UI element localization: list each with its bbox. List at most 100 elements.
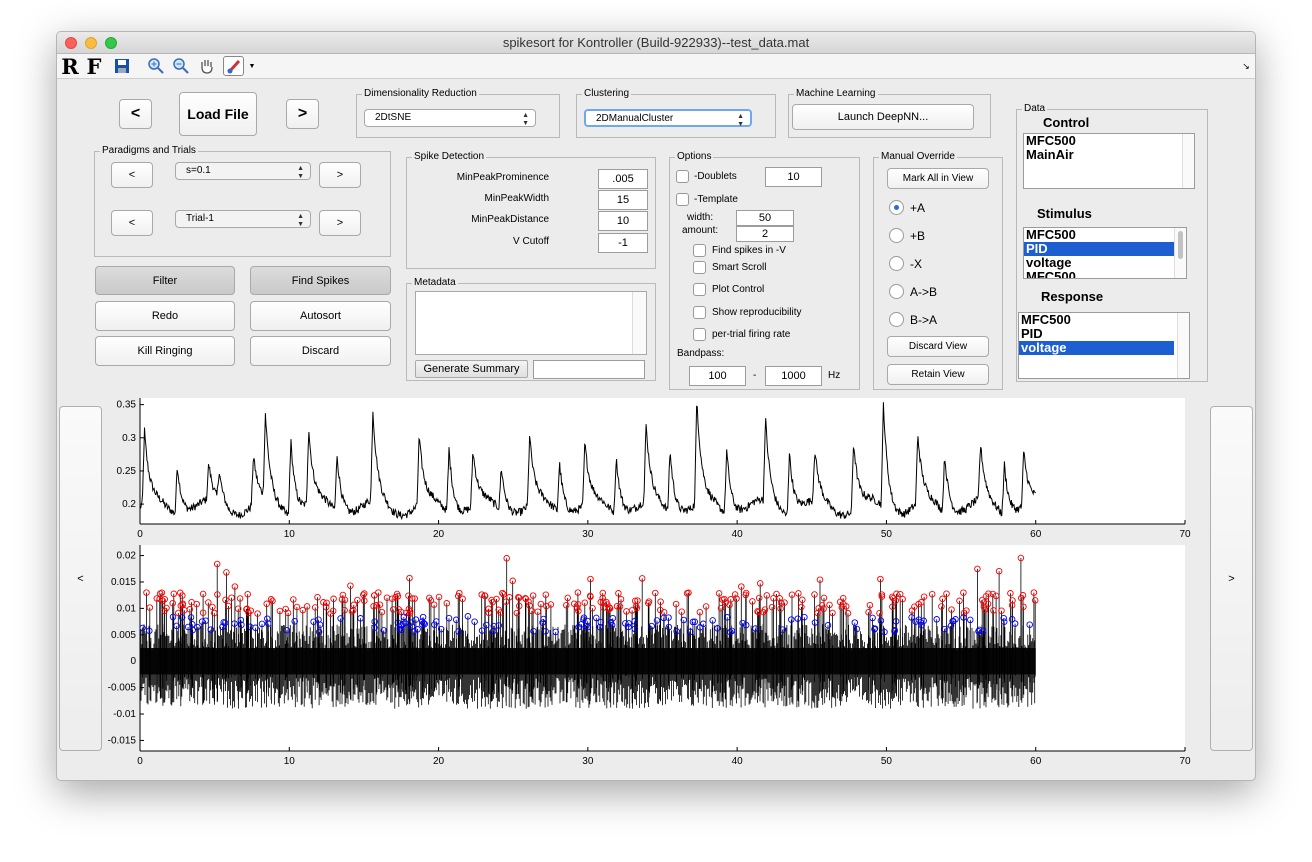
control-list[interactable]: MFC500 MainAir	[1023, 133, 1195, 189]
plot-control-checkbox[interactable]	[693, 283, 706, 296]
radio-plus-b[interactable]	[889, 228, 904, 243]
r-button[interactable]: R	[61, 54, 79, 79]
min-peak-prominence-label: MinPeakProminence	[456, 172, 549, 183]
save-icon[interactable]	[113, 56, 131, 76]
bandpass-low-field[interactable]: 100	[689, 366, 746, 386]
radio-a-to-b[interactable]	[889, 284, 904, 299]
stimulus-list[interactable]: MFC500 PID voltage MFC500	[1023, 227, 1187, 279]
title-bar: spikesort for Kontroller (Build-922933)-…	[57, 32, 1255, 54]
clustering-select[interactable]: 2DManualCluster ▲ ▼	[584, 109, 752, 128]
scroll-thumb[interactable]	[1178, 231, 1183, 259]
radio-minus-x[interactable]	[889, 256, 904, 271]
bandpass-high-field[interactable]: 1000	[765, 366, 822, 386]
paradigm-select[interactable]: s=0.1 ▲ ▼	[175, 162, 311, 180]
zoom-window-button[interactable]	[105, 37, 117, 49]
amount-field[interactable]: 2	[736, 226, 794, 242]
generate-summary-button[interactable]: Generate Summary	[415, 360, 528, 378]
close-window-button[interactable]	[65, 37, 77, 49]
list-item[interactable]: PID	[1019, 327, 1189, 341]
per-trial-checkbox[interactable]	[693, 328, 706, 341]
filter-button[interactable]: Filter	[95, 266, 235, 295]
response-list[interactable]: MFC500 PID voltage	[1018, 312, 1190, 379]
list-item[interactable]: MFC500	[1024, 270, 1186, 279]
doublets-field[interactable]: 10	[765, 167, 822, 187]
next-trial-button[interactable]: >	[319, 210, 361, 236]
mark-all-button[interactable]: Mark All in View	[887, 168, 989, 189]
discard-button[interactable]: Discard	[250, 336, 391, 366]
list-item[interactable]: voltage	[1024, 256, 1186, 270]
radio-plus-a[interactable]	[889, 200, 904, 215]
min-peak-width-label: MinPeakWidth	[484, 193, 549, 204]
doublets-label: -Doublets	[694, 171, 737, 182]
list-item[interactable]: MFC500	[1024, 134, 1194, 148]
brush-icon[interactable]	[223, 56, 244, 76]
brush-dropdown-icon[interactable]: ▼	[248, 56, 256, 76]
x-tick-label: 0	[137, 756, 143, 767]
list-item[interactable]: MainAir	[1024, 148, 1194, 162]
autosort-button[interactable]: Autosort	[250, 301, 391, 331]
y-tick-label: -0.005	[108, 683, 137, 694]
x-tick-label: 20	[433, 529, 445, 540]
discard-view-button[interactable]: Discard View	[887, 336, 989, 357]
list-item[interactable]: MFC500	[1024, 228, 1186, 242]
dock-icon[interactable]: ↘	[1241, 56, 1251, 76]
f-button[interactable]: F	[85, 54, 103, 79]
zoom-in-icon[interactable]	[147, 56, 165, 76]
stimulus-label: Stimulus	[1037, 206, 1092, 221]
x-tick-label: 50	[881, 529, 893, 540]
min-peak-width-field[interactable]: 15	[598, 190, 648, 210]
y-tick-label: 0.015	[111, 577, 136, 588]
prev-trial-button[interactable]: <	[111, 210, 153, 236]
template-checkbox[interactable]	[676, 193, 689, 206]
data-panel: Data Control MFC500 MainAir Stimulus MFC…	[1016, 103, 1208, 382]
x-tick-label: 30	[582, 756, 594, 767]
plot-control-label: Plot Control	[712, 284, 765, 295]
radio-b-to-a-label: B->A	[910, 313, 938, 327]
show-repro-checkbox[interactable]	[693, 306, 706, 319]
next-file-button[interactable]: >	[286, 99, 319, 129]
dimred-select[interactable]: 2DtSNE ▲ ▼	[364, 109, 536, 127]
x-tick-label: 40	[732, 529, 744, 540]
load-file-button[interactable]: Load File	[179, 92, 257, 136]
plots-area[interactable]: 0 10 20 30 40 50 60 70 0.2 0.25 0.3 0.35 0 10 20 30 40 5…	[103, 396, 1209, 772]
y-tick-label: 0.3	[122, 433, 136, 444]
metadata-scrollbar[interactable]	[632, 292, 646, 354]
width-field[interactable]: 50	[736, 210, 794, 226]
v-cutoff-field[interactable]: -1	[598, 233, 648, 253]
prev-paradigm-button[interactable]: <	[111, 162, 153, 188]
doublets-checkbox[interactable]	[676, 170, 689, 183]
spike-detection-panel: Spike Detection MinPeakProminence .005 M…	[406, 151, 656, 269]
next-paradigm-button[interactable]: >	[319, 162, 361, 188]
scroll-right-button[interactable]: >	[1210, 406, 1253, 751]
min-peak-distance-field[interactable]: 10	[598, 211, 648, 231]
retain-view-button[interactable]: Retain View	[887, 364, 989, 385]
smart-scroll-label: Smart Scroll	[712, 262, 767, 273]
control-scrollbar[interactable]	[1182, 134, 1194, 188]
launch-deepnn-button[interactable]: Launch DeepNN...	[792, 104, 974, 130]
trial-select[interactable]: Trial-1 ▲ ▼	[175, 210, 311, 228]
response-scrollbar[interactable]	[1177, 313, 1189, 378]
redo-button[interactable]: Redo	[95, 301, 235, 331]
find-spikes-button[interactable]: Find Spikes	[250, 266, 391, 295]
kill-ringing-button[interactable]: Kill Ringing	[95, 336, 235, 366]
prev-file-button[interactable]: <	[119, 99, 152, 129]
dimred-title: Dimensionality Reduction	[362, 88, 479, 100]
v-cutoff-label: V Cutoff	[513, 236, 549, 247]
pan-icon[interactable]	[198, 56, 216, 76]
find-neg-checkbox[interactable]	[693, 244, 706, 257]
stimulus-scrollbar[interactable]	[1174, 228, 1186, 278]
data-title: Data	[1022, 103, 1048, 115]
minimize-window-button[interactable]	[85, 37, 97, 49]
x-tick-label: 20	[433, 756, 445, 767]
radio-b-to-a[interactable]	[889, 312, 904, 327]
list-item[interactable]: MFC500	[1019, 313, 1189, 327]
summary-field[interactable]	[533, 360, 645, 379]
metadata-textarea[interactable]	[415, 291, 647, 355]
zoom-out-icon[interactable]	[172, 56, 190, 76]
list-item-selected[interactable]: PID	[1024, 242, 1174, 256]
min-peak-prominence-field[interactable]: .005	[598, 169, 648, 189]
scroll-left-button[interactable]: <	[59, 406, 102, 751]
list-item-selected[interactable]: voltage	[1019, 341, 1174, 355]
paradigm-value: s=0.1	[186, 165, 211, 176]
smart-scroll-checkbox[interactable]	[693, 261, 706, 274]
